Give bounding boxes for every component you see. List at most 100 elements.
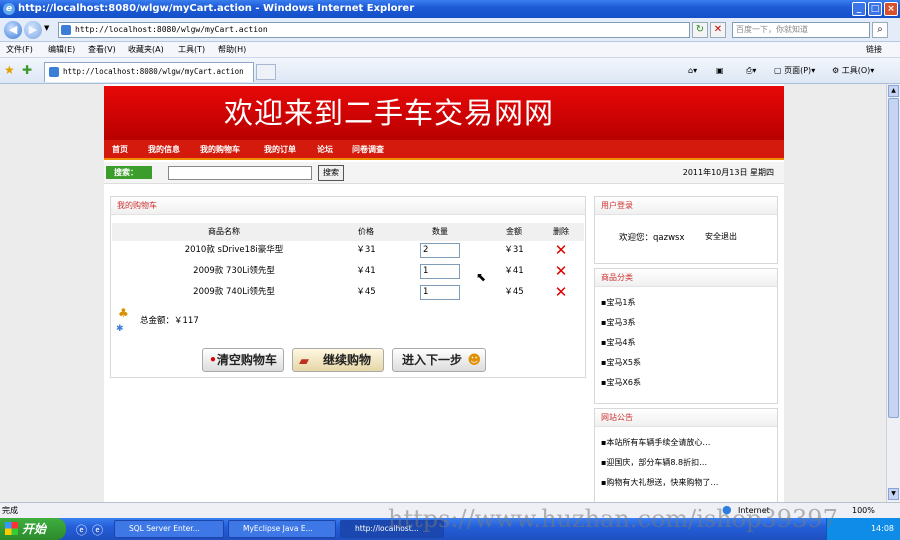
category-item[interactable]: ▪宝马4系	[601, 337, 636, 349]
task-myeclipse[interactable]: MyEclipse Java E...	[228, 520, 336, 538]
menu-file[interactable]: 文件(F)	[6, 42, 33, 58]
nav-my-orders[interactable]: 我的订单	[264, 140, 296, 160]
task-browser[interactable]: http://localhost...	[340, 520, 444, 538]
site-nav: 首页 我的信息 我的购物车 我的订单 论坛 问卷调查	[104, 140, 784, 160]
cart-total: 总金额：￥117	[140, 316, 199, 326]
notice-title: 网站公告	[595, 409, 777, 427]
links-label[interactable]: 链接	[866, 42, 882, 58]
globe-icon: ●	[722, 503, 732, 516]
ie-logo-icon: e	[3, 3, 15, 15]
taskbar: 开始 ⓔ ⓔ SQL Server Enter... MyEclipse Jav…	[0, 518, 900, 540]
menu-view[interactable]: 查看(V)	[88, 42, 116, 58]
site-search-row: 搜索： 搜索 2011年10月13日 星期四	[104, 162, 784, 184]
menu-help[interactable]: 帮助(H)	[218, 42, 246, 58]
tab-bar: ★ ✚ http://localhost:8080/wlgw/myCart.ac…	[0, 58, 900, 84]
category-item[interactable]: ▪宝马1系	[601, 297, 636, 309]
row2-name: 2009款 730Li领先型	[193, 266, 275, 276]
forward-icon[interactable]: ▶	[24, 21, 42, 39]
search-input[interactable]: 百度一下，你就知道	[732, 22, 870, 38]
login-panel: 用户登录 欢迎您：qazwsx 安全退出	[594, 196, 778, 264]
row2-price: ￥41	[356, 266, 376, 276]
new-tab-button[interactable]	[256, 64, 276, 80]
current-date: 2011年10月13日 星期四	[682, 168, 774, 177]
task-sql-server[interactable]: SQL Server Enter...	[114, 520, 224, 538]
close-button[interactable]: ×	[884, 2, 898, 16]
category-item[interactable]: ▪宝马3系	[601, 317, 636, 329]
row3-qty-input[interactable]: 1	[420, 285, 460, 300]
clock: 14:08	[870, 524, 894, 533]
minimize-button[interactable]: _	[852, 2, 866, 16]
category-item[interactable]: ▪宝马X5系	[601, 357, 641, 369]
site-search-button[interactable]: 搜索	[318, 165, 344, 181]
quicklaunch-ie2-icon[interactable]: ⓔ	[92, 522, 103, 538]
site-banner: 欢迎来到二手车交易网网	[104, 86, 784, 140]
zoom-level[interactable]: 100%	[852, 503, 875, 518]
row1-price: ￥31	[356, 245, 376, 255]
notice-panel: 网站公告 ▪本站所有车辆手续全请放心… ▪迎国庆，部分车辆8.8折扣… ▪购物有…	[594, 408, 778, 508]
menu-tools[interactable]: 工具(T)	[178, 42, 205, 58]
category-title: 商品分类	[595, 269, 777, 287]
nav-my-cart[interactable]: 我的购物车	[200, 140, 240, 160]
menu-bar: 文件(F) 编辑(E) 查看(V) 收藏夹(A) 工具(T) 帮助(H) 链接	[0, 42, 900, 58]
cart-icon: ▰	[299, 354, 309, 369]
notice-item[interactable]: ▪购物有大礼想送，快来购物了…	[601, 477, 718, 489]
nav-survey[interactable]: 问卷调查	[352, 140, 384, 160]
address-input[interactable]: http://localhost:8080/wlgw/myCart.action	[58, 22, 690, 38]
home-icon[interactable]: ⌂▾	[688, 64, 697, 78]
add-favorite-icon[interactable]: ✚	[22, 63, 32, 77]
tools-menu[interactable]: ⚙ 工具(O)▾	[832, 64, 874, 78]
page-viewport: 欢迎来到二手车交易网网 首页 我的信息 我的购物车 我的订单 论坛 问卷调查 搜…	[0, 84, 886, 508]
site-search-input[interactable]	[168, 166, 312, 180]
header-delete: 删除	[553, 227, 569, 236]
row2-delete-icon[interactable]: ✕	[554, 264, 568, 279]
notice-item[interactable]: ▪迎国庆，部分车辆8.8折扣…	[601, 457, 707, 469]
maximize-button[interactable]: □	[868, 2, 882, 16]
quicklaunch-ie-icon[interactable]: ⓔ	[76, 522, 87, 538]
row1-amount: ￥31	[504, 245, 524, 255]
row3-delete-icon[interactable]: ✕	[554, 285, 568, 300]
category-panel: 商品分类 ▪宝马1系 ▪宝马3系 ▪宝马4系 ▪宝马X5系 ▪宝马X6系	[594, 268, 778, 404]
category-item[interactable]: ▪宝马X6系	[601, 377, 641, 389]
header-price: 价格	[358, 227, 374, 236]
logout-link[interactable]: 安全退出	[705, 231, 737, 242]
row3-price: ￥45	[356, 287, 376, 297]
back-icon[interactable]: ◀	[4, 21, 22, 39]
vertical-scrollbar[interactable]: ▲ ▼	[886, 84, 900, 502]
scroll-up-icon[interactable]: ▲	[888, 85, 899, 97]
row1-qty-input[interactable]: 2	[420, 243, 460, 258]
page-icon	[61, 25, 71, 35]
system-tray: 14:08	[826, 518, 900, 540]
clear-cart-button[interactable]: •清空购物车	[202, 348, 284, 372]
window-title: http://localhost:8080/wlgw/myCart.action…	[18, 3, 415, 14]
login-title: 用户登录	[595, 197, 777, 215]
scroll-down-icon[interactable]: ▼	[888, 488, 899, 500]
nav-my-info[interactable]: 我的信息	[148, 140, 180, 160]
page-menu[interactable]: ▢ 页面(P)▾	[774, 64, 815, 78]
row1-delete-icon[interactable]: ✕	[554, 243, 568, 258]
row2-amount: ￥41	[504, 266, 524, 276]
mouse-cursor-icon: ⬉	[476, 270, 487, 284]
nav-home[interactable]: 首页	[112, 140, 128, 160]
nav-forum[interactable]: 论坛	[317, 140, 333, 160]
history-dropdown-icon[interactable]: ▼	[44, 24, 49, 32]
notice-item[interactable]: ▪本站所有车辆手续全请放心…	[601, 437, 710, 449]
menu-edit[interactable]: 编辑(E)	[48, 42, 75, 58]
feeds-icon[interactable]: ▣	[716, 64, 724, 78]
print-icon[interactable]: ⎙▾	[746, 64, 756, 78]
search-go-icon[interactable]: ⌕	[872, 22, 888, 38]
menu-favorites[interactable]: 收藏夹(A)	[128, 42, 164, 58]
windows-logo-icon	[5, 522, 18, 535]
next-step-button[interactable]: 进入下一步 ☻	[392, 348, 486, 372]
stop-icon[interactable]: ✕	[710, 22, 726, 38]
web-page: 欢迎来到二手车交易网网 首页 我的信息 我的购物车 我的订单 论坛 问卷调查 搜…	[104, 84, 784, 508]
scroll-thumb[interactable]	[888, 98, 899, 418]
refresh-icon[interactable]: ↻	[692, 22, 708, 38]
row2-qty-input[interactable]: 1	[420, 264, 460, 279]
start-button[interactable]: 开始	[0, 518, 66, 540]
tab-current[interactable]: http://localhost:8080/wlgw/myCart.action	[44, 62, 254, 82]
tab-page-icon	[49, 67, 59, 77]
cart-people-icon: ♣	[118, 306, 129, 320]
continue-shopping-button[interactable]: ▰ 继续购物	[292, 348, 384, 372]
status-bar: 完成 ● Internet 100%	[0, 502, 900, 518]
favorites-star-icon[interactable]: ★	[4, 63, 15, 77]
